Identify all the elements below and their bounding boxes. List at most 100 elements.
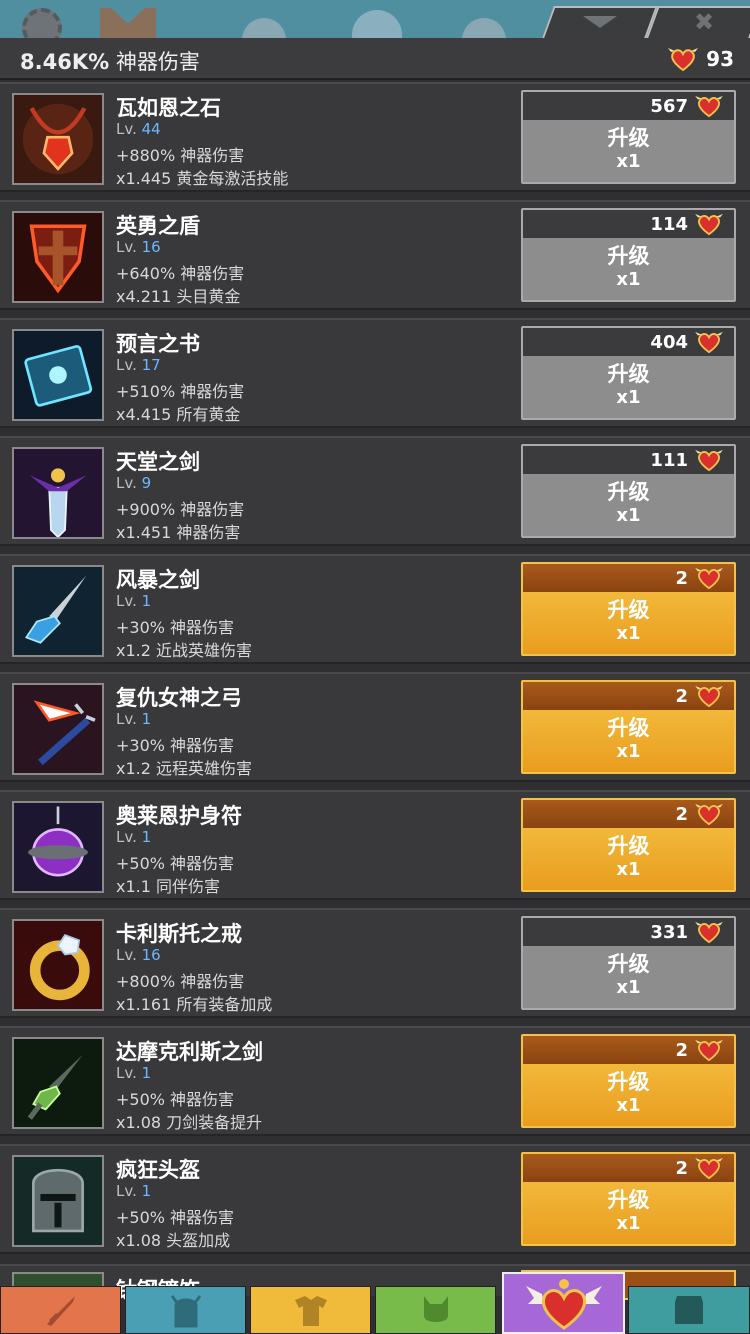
- nav-pets[interactable]: [375, 1286, 496, 1334]
- relic-heart-icon: [695, 1157, 723, 1180]
- upgrade-cost: 2: [523, 1154, 734, 1182]
- green-dagger-icon[interactable]: [12, 1037, 104, 1129]
- relic-heart-icon: [695, 1039, 723, 1062]
- winged-heart-icon: [525, 1279, 602, 1330]
- total-artifact-damage: 8.46K% 神器伤害: [20, 46, 200, 76]
- artifact-level: Lv. 1: [116, 828, 152, 846]
- upgrade-cost: 404: [523, 328, 734, 356]
- artifact-special-effect: x1.2 远程英雄伤害: [116, 759, 253, 778]
- shield-icon[interactable]: [12, 211, 104, 303]
- upgrade-button[interactable]: 2 升级 x1: [521, 680, 736, 774]
- gear-icon[interactable]: [22, 8, 62, 38]
- relic-heart-icon: [695, 213, 723, 236]
- upgrade-button[interactable]: 404 升级 x1: [521, 326, 736, 420]
- artifact-name: 英勇之盾: [116, 214, 200, 238]
- nav-shop[interactable]: [628, 1286, 750, 1334]
- artifact-special-effect: x1.08 刀剑装备提升: [116, 1113, 263, 1132]
- artifact-damage-bonus: +900% 神器伤害: [116, 500, 245, 519]
- upgrade-cost: 2: [523, 682, 734, 710]
- damage-value: 8.46K%: [20, 50, 110, 74]
- artifact-row[interactable]: 疯狂头盔 Lv. 1 +50% 神器伤害 x1.08 头盔加成 2 升级 x1: [0, 1144, 750, 1254]
- upgrade-label[interactable]: 升级 x1: [523, 710, 734, 772]
- artifact-damage-bonus: +30% 神器伤害: [116, 736, 235, 755]
- storm-sword-icon[interactable]: [12, 565, 104, 657]
- artifact-level: Lv. 17: [116, 356, 161, 374]
- upgrade-button[interactable]: 567 升级 x1: [521, 90, 736, 184]
- artifact-level: Lv. 1: [116, 710, 152, 728]
- artifact-level: Lv. 1: [116, 1064, 152, 1082]
- upgrade-label[interactable]: 升级 x1: [523, 1182, 734, 1244]
- artifact-damage-bonus: +50% 神器伤害: [116, 1090, 235, 1109]
- upgrade-button[interactable]: 2 升级 x1: [521, 1034, 736, 1128]
- artifact-special-effect: x4.211 头目黄金: [116, 287, 241, 306]
- ring-icon[interactable]: [12, 919, 104, 1011]
- artifact-level: Lv. 1: [116, 592, 152, 610]
- artifact-name: 奥莱恩护身符: [116, 804, 242, 828]
- upgrade-label[interactable]: 升级 x1: [523, 946, 734, 1008]
- nav-heroes[interactable]: [125, 1286, 246, 1334]
- artifact-row[interactable]: 复仇女神之弓 Lv. 1 +30% 神器伤害 x1.2 远程英雄伤害 2 升级 x1: [0, 672, 750, 782]
- artifact-level: Lv. 44: [116, 120, 161, 138]
- orb-icon: [352, 10, 402, 38]
- upgrade-label[interactable]: 升级 x1: [523, 356, 734, 418]
- artifact-special-effect: x1.451 神器伤害: [116, 523, 241, 542]
- artifact-name: 预言之书: [116, 332, 200, 356]
- upgrade-button[interactable]: 2 升级 x1: [521, 798, 736, 892]
- artifact-row[interactable]: 达摩克利斯之剑 Lv. 1 +50% 神器伤害 x1.08 刀剑装备提升 2 升级 x1: [0, 1026, 750, 1136]
- upgrade-cost: 2: [523, 1036, 734, 1064]
- relic-heart-icon: [695, 449, 723, 472]
- artifact-row[interactable]: 卡利斯托之戒 Lv. 16 +800% 神器伤害 x1.161 所有装备加成 331 升级…: [0, 908, 750, 1018]
- artifact-row[interactable]: 瓦如恩之石 Lv. 44 +880% 神器伤害 x1.445 黄金每激活技能 567 升级…: [0, 82, 750, 192]
- artifacts-header: 8.46K% 神器伤害 93: [0, 38, 750, 80]
- artifact-special-effect: x1.161 所有装备加成: [116, 995, 273, 1014]
- upgrade-label[interactable]: 升级 x1: [523, 1064, 734, 1126]
- artifact-row[interactable]: 奥莱恩护身符 Lv. 1 +50% 神器伤害 x1.1 同伴伤害 2 升级 x1: [0, 790, 750, 900]
- relic-heart-icon: [695, 567, 723, 590]
- artifact-row[interactable]: 英勇之盾 Lv. 16 +640% 神器伤害 x4.211 头目黄金 114 升级 x1: [0, 200, 750, 310]
- artifact-level: Lv. 1: [116, 1182, 152, 1200]
- artifact-row[interactable]: 风暴之剑 Lv. 1 +30% 神器伤害 x1.2 近战英雄伤害 2 升级 x1: [0, 554, 750, 664]
- artifact-row[interactable]: 预言之书 Lv. 17 +510% 神器伤害 x4.415 所有黄金 404 升级 x1: [0, 318, 750, 428]
- upgrade-button[interactable]: 331 升级 x1: [521, 916, 736, 1010]
- sword-icon: [46, 1296, 75, 1326]
- shop-icon: [675, 1296, 703, 1324]
- upgrade-button[interactable]: 2 升级 x1: [521, 1152, 736, 1246]
- artifact-row[interactable]: 天堂之剑 Lv. 9 +900% 神器伤害 x1.451 神器伤害 111 升级 x1: [0, 436, 750, 546]
- upgrade-label[interactable]: 升级 x1: [523, 474, 734, 536]
- crossed-swords-icon[interactable]: [100, 8, 156, 38]
- book-icon[interactable]: [12, 329, 104, 421]
- artifact-damage-bonus: +880% 神器伤害: [116, 146, 245, 165]
- relics-counter: 93: [668, 46, 734, 72]
- upgrade-button[interactable]: 2 升级 x1: [521, 562, 736, 656]
- upgrade-label[interactable]: 升级 x1: [523, 828, 734, 890]
- nav-equipment[interactable]: [250, 1286, 371, 1334]
- artifact-damage-bonus: +800% 神器伤害: [116, 972, 245, 991]
- upgrade-cost: 2: [523, 564, 734, 592]
- artifact-name: 卡利斯托之戒: [116, 922, 242, 946]
- upgrade-label[interactable]: 升级 x1: [523, 120, 734, 182]
- artifact-name: 疯狂头盔: [116, 1158, 200, 1182]
- orb-icon: [242, 18, 286, 38]
- artifact-name: 复仇女神之弓: [116, 686, 242, 710]
- close-panel-button[interactable]: ✖: [646, 6, 750, 38]
- upgrade-cost: 111: [523, 446, 734, 474]
- bow-icon[interactable]: [12, 683, 104, 775]
- upgrade-label[interactable]: 升级 x1: [523, 238, 734, 300]
- amulet-icon[interactable]: [12, 801, 104, 893]
- red-gem-amulet-icon[interactable]: [12, 93, 104, 185]
- artifact-damage-bonus: +640% 神器伤害: [116, 264, 245, 283]
- artifact-damage-bonus: +50% 神器伤害: [116, 1208, 235, 1227]
- artifact-level: Lv. 9: [116, 474, 152, 492]
- upgrade-button[interactable]: 111 升级 x1: [521, 444, 736, 538]
- helmet-icon[interactable]: [12, 1155, 104, 1247]
- nav-artifacts[interactable]: [502, 1272, 625, 1334]
- chevron-down-icon: [583, 16, 617, 28]
- upgrade-button[interactable]: 114 升级 x1: [521, 208, 736, 302]
- upgrade-label[interactable]: 升级 x1: [523, 592, 734, 654]
- upgrade-cost: 331: [523, 918, 734, 946]
- collapse-panel-button[interactable]: [542, 6, 658, 38]
- heavenly-sword-icon[interactable]: [12, 447, 104, 539]
- artifact-special-effect: x1.08 头盔加成: [116, 1231, 231, 1250]
- artifact-special-effect: x1.445 黄金每激活技能: [116, 169, 289, 188]
- nav-sword-master[interactable]: [0, 1286, 121, 1334]
